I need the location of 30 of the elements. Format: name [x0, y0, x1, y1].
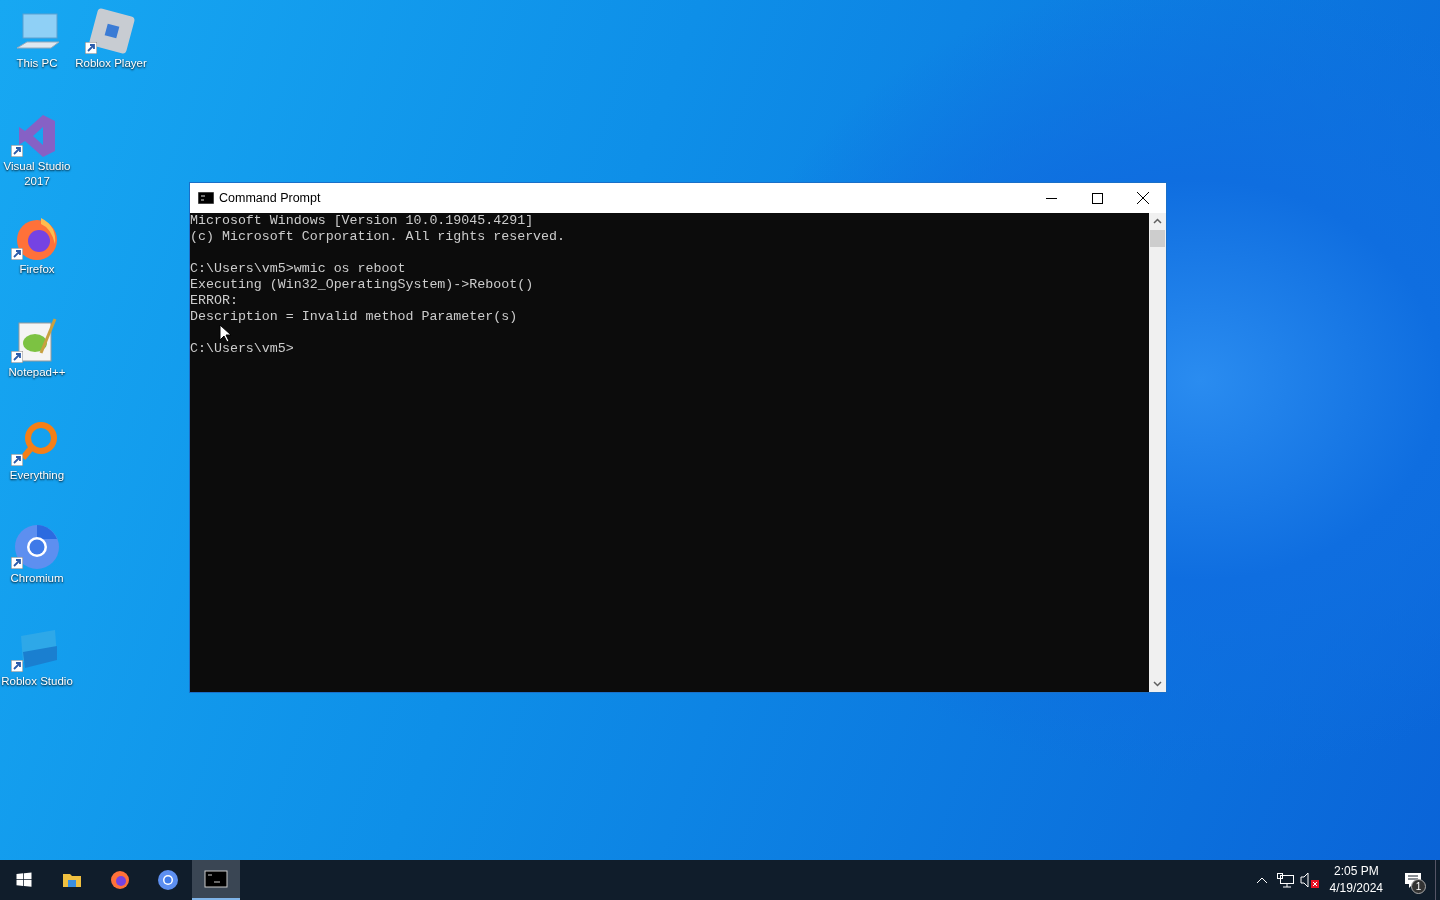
- console-line: Description = Invalid method Parameter(s): [190, 309, 518, 325]
- console-line: (c) Microsoft Corporation. All rights reserved.: [190, 229, 566, 245]
- console-line: Executing (Win32_OperatingSystem)->Reboot(): [190, 277, 534, 293]
- scrollbar[interactable]: [1149, 213, 1166, 692]
- windows-icon: [15, 871, 33, 889]
- scroll-thumb[interactable]: [1150, 230, 1165, 247]
- console-line: C:\Users\vm5>: [190, 341, 294, 357]
- fox-globe-icon: [108, 868, 132, 892]
- console-line: C:\Users\vm5>wmic os reboot: [190, 261, 406, 277]
- window-title: Command Prompt: [219, 191, 322, 205]
- console-line: Microsoft Windows [Version 10.0.19045.4291]: [190, 213, 534, 229]
- icon-label[interactable]: Roblox Studio: [1, 674, 73, 689]
- icon-label[interactable]: Firefox: [19, 262, 55, 277]
- icon-label[interactable]: Everything: [9, 468, 65, 483]
- maximize-icon: [1091, 192, 1103, 204]
- console-line: ERROR:: [190, 293, 238, 309]
- mouse-pointer-icon: [219, 324, 231, 343]
- browser-ring-icon: [156, 868, 180, 892]
- icon-label[interactable]: This PC: [16, 56, 58, 71]
- terminal-icon: [204, 867, 228, 891]
- clock[interactable]: 2:05 PM 4/19/2024: [1321, 863, 1391, 897]
- close-icon: [1137, 192, 1149, 204]
- terminal-icon: [198, 192, 214, 204]
- icon-label[interactable]: Notepad++: [8, 365, 66, 380]
- icon-label[interactable]: Visual Studio 2017: [0, 159, 74, 189]
- notifications-button[interactable]: 1: [1391, 860, 1435, 900]
- taskbar-app[interactable]: [192, 860, 240, 900]
- icon-label[interactable]: Roblox Player: [75, 56, 147, 71]
- icon-label[interactable]: Chromium: [10, 571, 64, 586]
- notification-count: 1: [1411, 879, 1426, 894]
